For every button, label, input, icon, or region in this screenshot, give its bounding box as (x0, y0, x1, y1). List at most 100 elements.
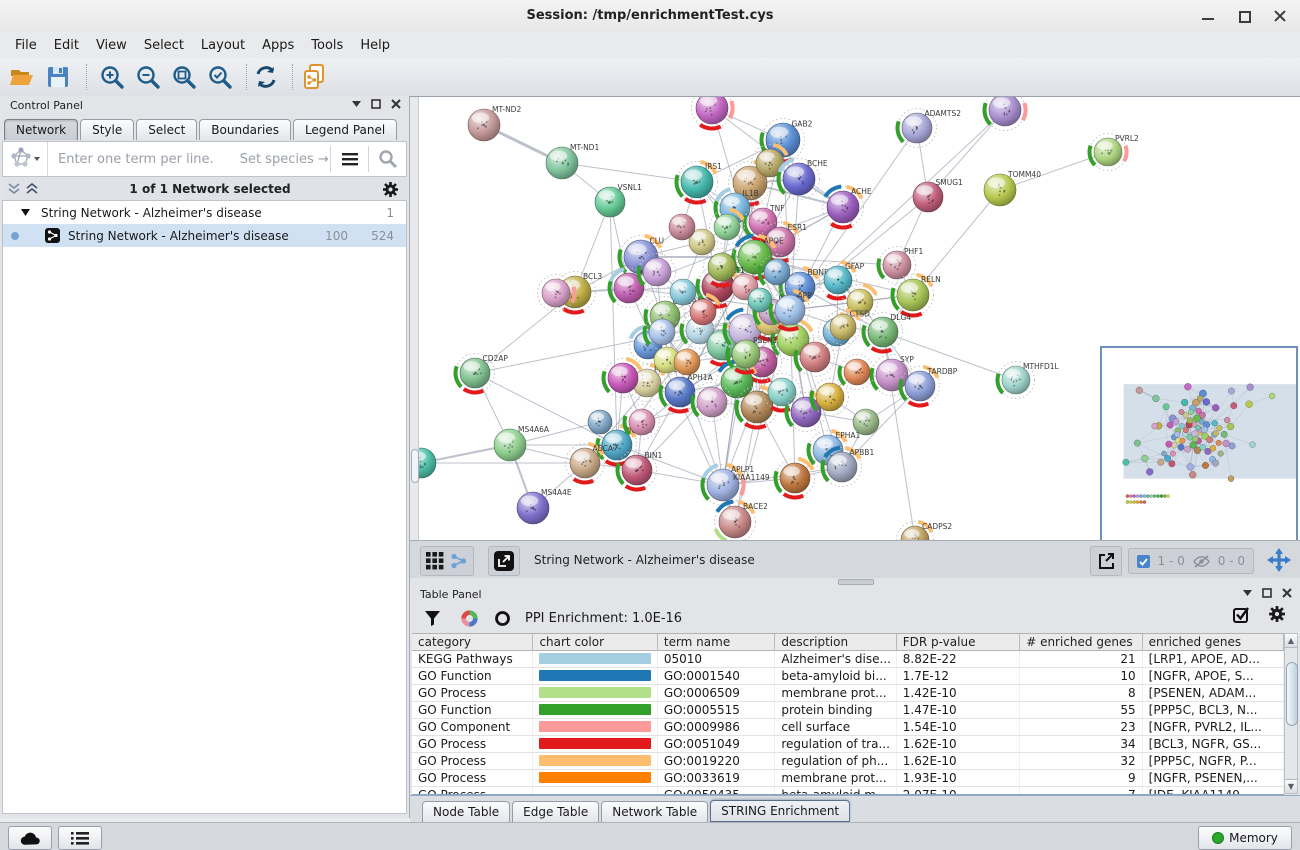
memory-button[interactable]: Memory (1198, 826, 1292, 850)
network-node[interactable]: MTHFD1L (997, 362, 1059, 399)
network-node[interactable] (674, 349, 700, 375)
network-node[interactable]: APLP1KIAA1149 (702, 465, 769, 506)
expand-all-button[interactable] (26, 183, 38, 195)
tab-style[interactable]: Style (80, 119, 134, 140)
zoom-fit-button[interactable] (170, 63, 198, 91)
menu-select[interactable]: Select (137, 35, 191, 56)
network-node[interactable]: TARDBP (901, 367, 958, 406)
table-scrollbar[interactable]: ▲ ▼ (1284, 633, 1298, 794)
chart-settings-button[interactable] (461, 610, 478, 627)
scroll-up-arrow[interactable]: ▲ (1285, 634, 1297, 648)
scroll-down-arrow[interactable]: ▼ (1285, 779, 1297, 793)
network-node[interactable]: TOMM40 (984, 170, 1041, 206)
menu-help[interactable]: Help (353, 35, 397, 56)
filter-button[interactable] (424, 610, 441, 627)
network-node[interactable] (853, 409, 879, 435)
menu-apps[interactable]: Apps (255, 35, 301, 56)
panel-float-icon[interactable] (371, 99, 381, 109)
open-in-window-icon[interactable] (494, 551, 514, 571)
tab-node-table[interactable]: Node Table (422, 801, 510, 822)
tab-network-table[interactable]: Network Table (601, 801, 708, 822)
birds-eye-toggle-button[interactable] (1266, 547, 1292, 573)
network-row-selected[interactable]: String Network - Alzheimer's disease 100… (3, 224, 406, 247)
panel-close-icon[interactable] (391, 99, 401, 109)
table-row[interactable]: GO FunctionGO:0005515protein binding1.47… (412, 702, 1284, 719)
tree-expand-caret-icon[interactable] (21, 209, 30, 216)
panel-menu-caret-icon[interactable] (1243, 590, 1252, 596)
open-session-button[interactable] (8, 63, 36, 91)
table-row[interactable]: GO ProcessGO:0033619membrane prot...1.93… (412, 770, 1284, 787)
menu-edit[interactable]: Edit (47, 35, 86, 56)
network-share-view-icon[interactable] (450, 552, 468, 570)
network-node[interactable] (748, 288, 772, 312)
network-node[interactable]: VSNL1 (595, 183, 642, 217)
collapse-all-button[interactable] (8, 183, 20, 195)
splitter-grip[interactable] (411, 449, 419, 483)
network-node[interactable]: SMUG1 (913, 178, 963, 212)
export-network-icon[interactable] (1096, 551, 1116, 571)
menu-layout[interactable]: Layout (194, 35, 252, 56)
tab-legend-panel[interactable]: Legend Panel (293, 119, 397, 140)
zoom-in-button[interactable] (98, 63, 126, 91)
network-node[interactable] (645, 315, 680, 350)
network-node[interactable] (984, 97, 1025, 131)
network-node[interactable]: MS4A4E (517, 488, 572, 524)
grid-view-icon[interactable] (426, 552, 444, 570)
gear-icon[interactable] (1268, 605, 1286, 623)
table-row[interactable]: GO ProcessGO:0050435beta-amyloid m...2.0… (412, 787, 1284, 795)
horizontal-splitter[interactable] (410, 578, 1300, 585)
tab-string-enrichment[interactable]: STRING Enrichment (710, 800, 850, 822)
maximize-button[interactable] (1238, 10, 1250, 22)
column-header-category[interactable]: category (412, 634, 533, 651)
selected-checkbox-icon[interactable] (1137, 555, 1150, 568)
menu-view[interactable]: View (89, 35, 134, 56)
hidden-eye-icon[interactable] (1193, 555, 1210, 568)
select-all-checkbox-icon[interactable] (1233, 606, 1250, 623)
task-history-button[interactable] (58, 826, 102, 850)
birds-eye-view[interactable] (1100, 346, 1298, 540)
clone-network-button[interactable] (300, 63, 328, 91)
table-row[interactable]: GO ProcessGO:0019220regulation of ph...1… (412, 753, 1284, 770)
menu-tools[interactable]: Tools (304, 35, 350, 56)
save-session-button[interactable] (44, 63, 72, 91)
tab-select[interactable]: Select (136, 119, 197, 140)
network-node[interactable] (625, 405, 660, 440)
network-node[interactable]: APBB1 (823, 448, 875, 487)
network-node[interactable]: MT-ND2 (468, 105, 521, 141)
table-row[interactable]: GO ComponentGO:0009986cell surface1.54E-… (412, 719, 1284, 736)
scrollbar-thumb[interactable] (1286, 662, 1298, 726)
refresh-button[interactable] (252, 63, 280, 91)
column-header-FDR-p-value[interactable]: FDR p-value (897, 634, 1020, 651)
network-node[interactable]: CADPS2 (897, 522, 953, 541)
table-row[interactable]: GO ProcessGO:0006509membrane prot...1.42… (412, 685, 1284, 702)
cloud-tasks-button[interactable] (8, 826, 52, 850)
column-header-description[interactable]: description (775, 634, 896, 651)
zoom-selected-button[interactable] (206, 63, 234, 91)
close-button[interactable] (1274, 10, 1286, 22)
ring-chart-button[interactable] (494, 610, 511, 627)
string-search-button[interactable] (370, 142, 406, 176)
network-panel-settings-button[interactable] (382, 181, 399, 198)
menu-file[interactable]: File (8, 35, 44, 56)
network-node[interactable]: IRS1 (676, 162, 722, 203)
network-canvas[interactable]: MT-ND2MT-ND1VSNL1GAB2ADAMTS2PVRL2SMUG1TO… (410, 96, 1300, 540)
panel-float-icon[interactable] (1262, 588, 1272, 598)
network-node[interactable] (692, 97, 733, 129)
network-node[interactable]: BACE2 (715, 502, 769, 541)
network-node[interactable] (776, 459, 815, 498)
table-row[interactable]: GO ProcessGO:0051049regulation of tra...… (412, 736, 1284, 753)
network-node[interactable]: PVRL2 (1089, 134, 1139, 171)
column-header-enriched-genes[interactable]: enriched genes (1143, 634, 1284, 651)
column-header--enriched-genes[interactable]: # enriched genes (1020, 634, 1142, 651)
network-node[interactable]: ACHE (823, 187, 872, 228)
panel-menu-caret-icon[interactable] (352, 101, 361, 107)
tab-network[interactable]: Network (4, 119, 78, 140)
zoom-out-button[interactable] (134, 63, 162, 91)
network-node[interactable] (669, 214, 695, 240)
network-node[interactable] (840, 355, 875, 390)
table-row[interactable]: KEGG Pathways05010Alzheimer's dise...8.8… (412, 651, 1284, 668)
panel-splitter-strip[interactable] (410, 97, 419, 540)
column-header-chart-color[interactable]: chart color (533, 634, 657, 651)
column-header-term-name[interactable]: term name (658, 634, 775, 651)
network-node[interactable] (588, 410, 612, 434)
